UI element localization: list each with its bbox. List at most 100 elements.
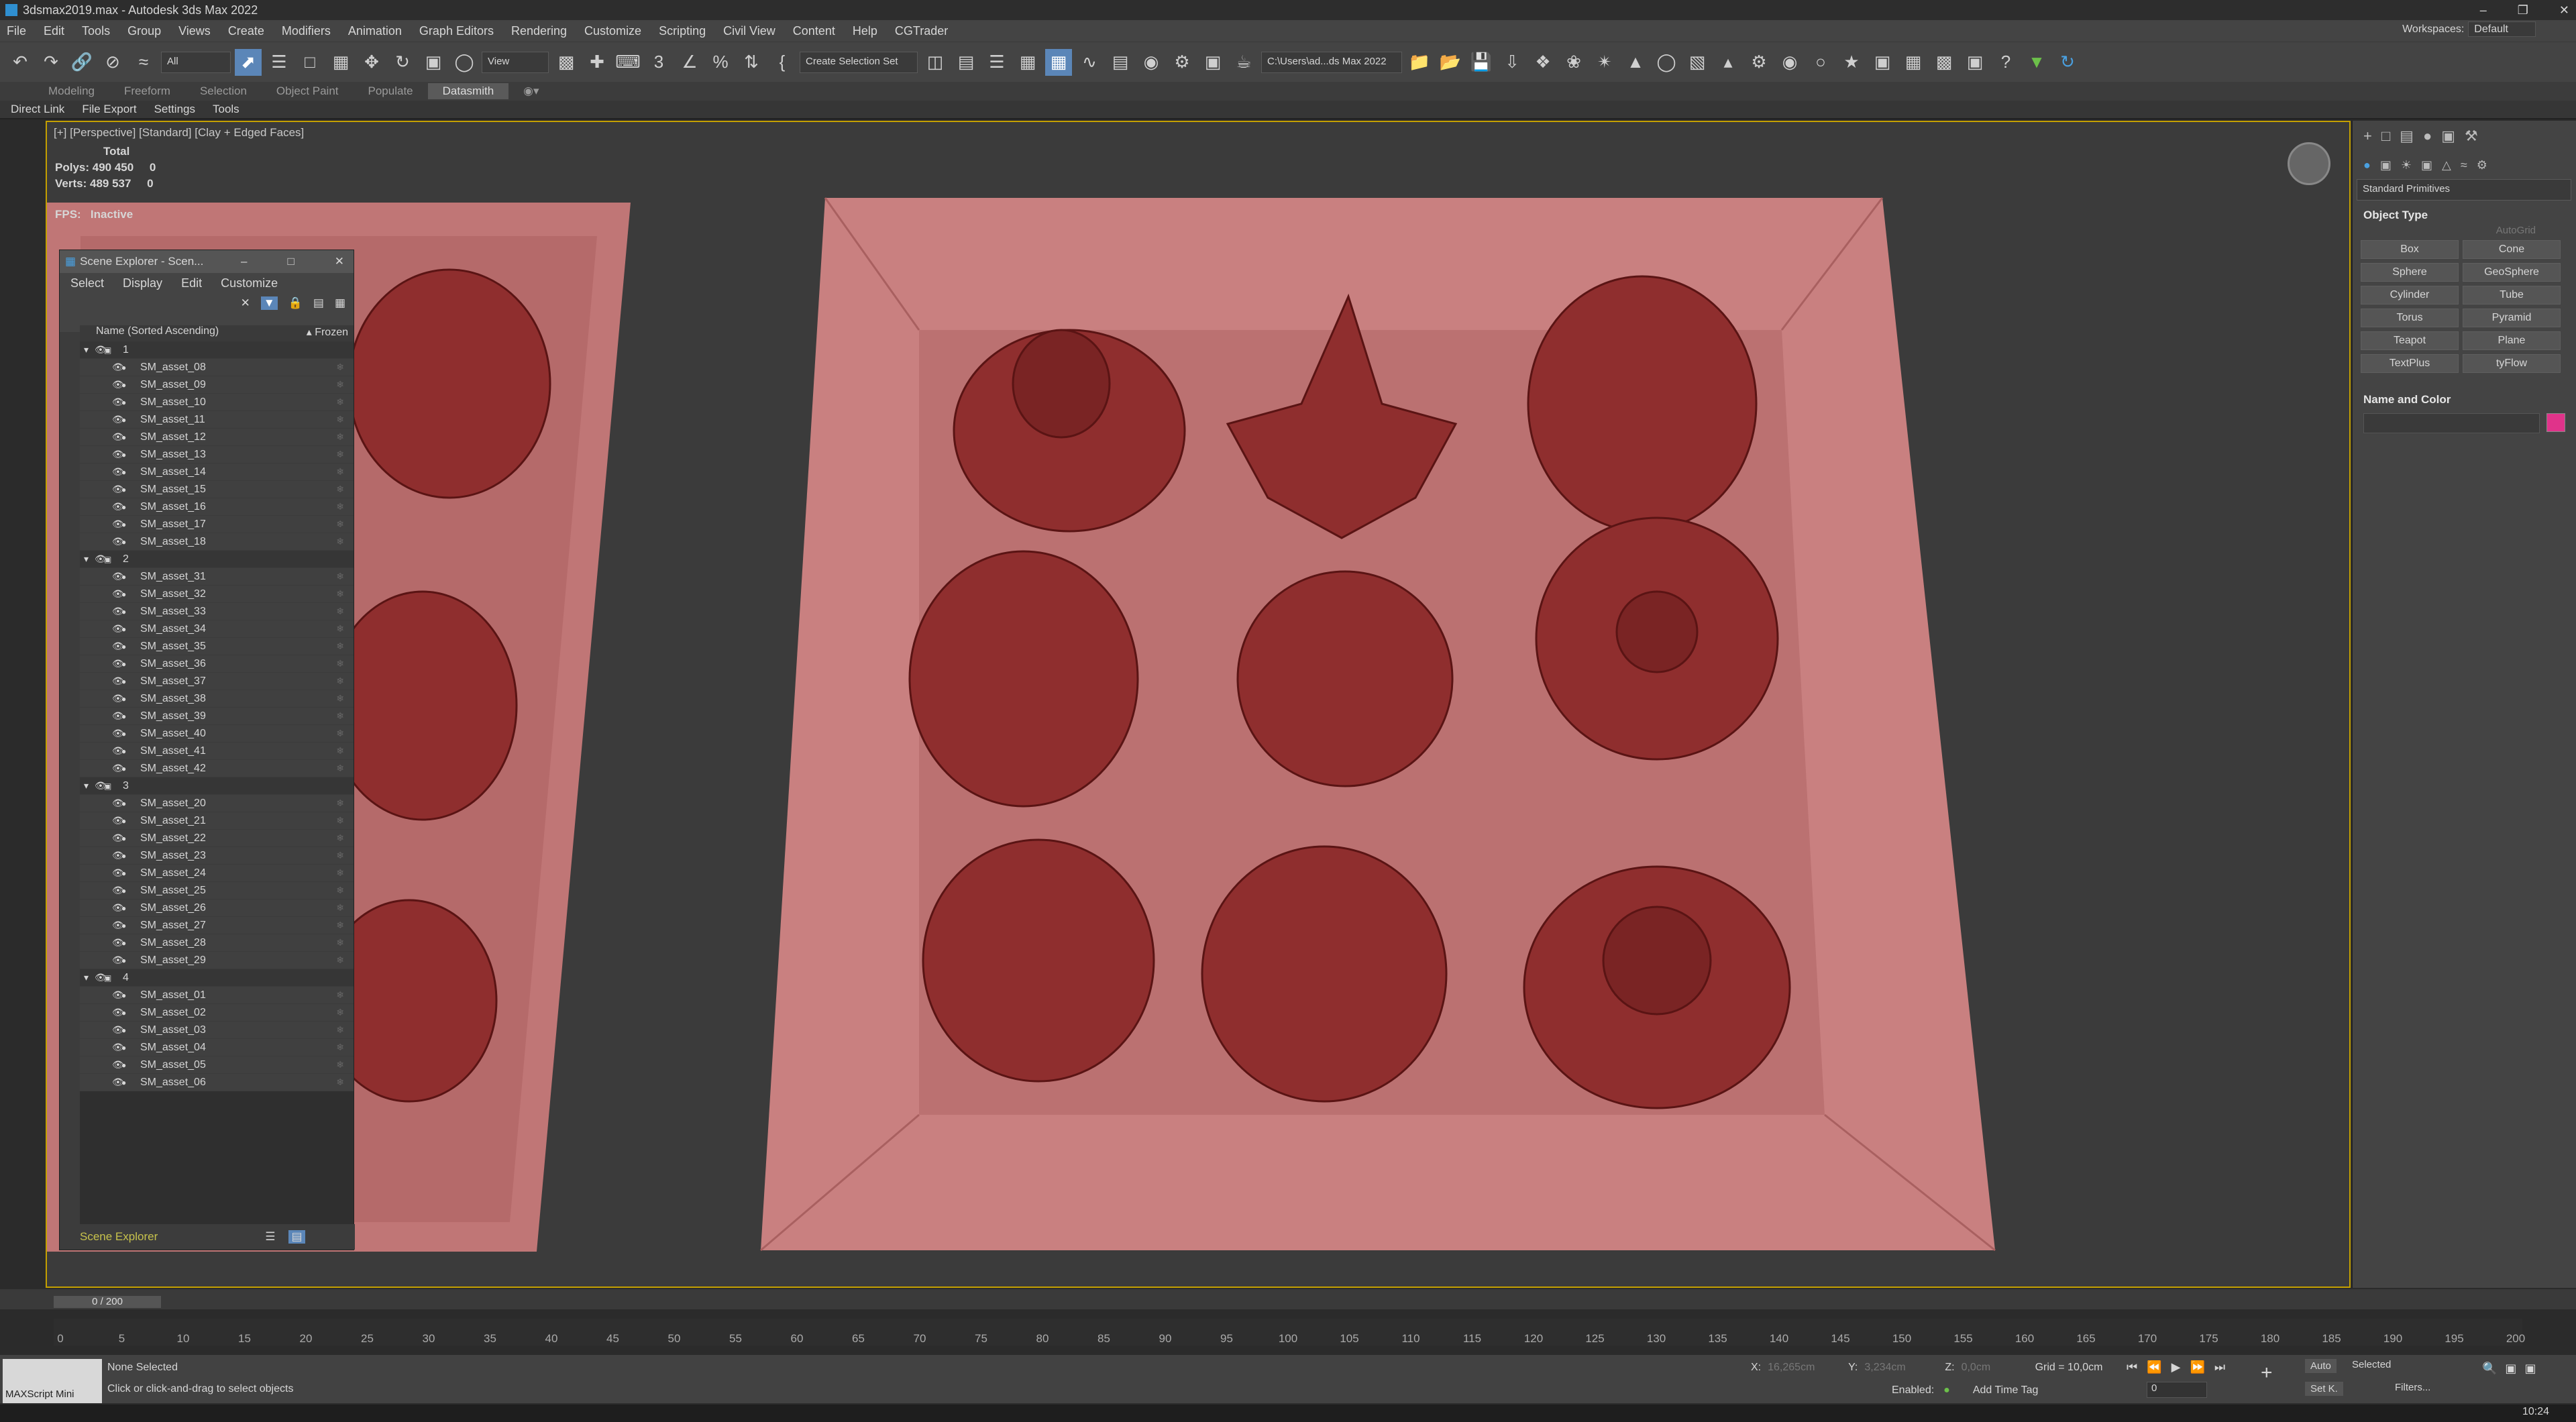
- freeze-icon[interactable]: ❄: [336, 641, 344, 652]
- visibility-eye-icon[interactable]: 👁: [112, 484, 124, 495]
- visibility-eye-icon[interactable]: 👁: [112, 1007, 124, 1018]
- menu-animation[interactable]: Animation: [348, 24, 402, 38]
- freeze-icon[interactable]: ❄: [336, 1077, 344, 1088]
- redo-icon[interactable]: ↷: [38, 49, 64, 76]
- restore-icon[interactable]: ❐: [2518, 3, 2528, 17]
- freeze-icon[interactable]: ❄: [336, 501, 344, 512]
- viewport-label[interactable]: [+] [Perspective] [Standard] [Clay + Edg…: [54, 126, 304, 140]
- menu-group[interactable]: Group: [127, 24, 161, 38]
- freeze-icon[interactable]: ❄: [336, 414, 344, 425]
- viewcube-icon[interactable]: [2288, 142, 2330, 185]
- visibility-eye-icon[interactable]: 👁: [112, 850, 124, 861]
- scene-explorer-dropdown[interactable]: Scene Explorer: [80, 1230, 158, 1244]
- script-icon-9[interactable]: ◉: [1776, 49, 1803, 76]
- help-icon[interactable]: ?: [1992, 49, 2019, 76]
- script-icon-2[interactable]: ❀: [1560, 49, 1587, 76]
- visibility-eye-icon[interactable]: 👁: [95, 780, 107, 791]
- script-icon-11[interactable]: ★: [1838, 49, 1865, 76]
- key-filter-dropdown[interactable]: Selected: [2352, 1359, 2459, 1370]
- freeze-icon[interactable]: ❄: [336, 623, 344, 635]
- object-row[interactable]: 👁 ● SM_asset_12 ❄: [80, 429, 354, 446]
- freeze-icon[interactable]: ❄: [336, 379, 344, 390]
- visibility-eye-icon[interactable]: 👁: [112, 1024, 124, 1036]
- object-row[interactable]: 👁 ● SM_asset_03 ❄: [80, 1022, 354, 1039]
- motion-tab-icon[interactable]: ●: [2423, 127, 2432, 145]
- current-frame-field[interactable]: 0: [2147, 1382, 2207, 1398]
- workspace-selector[interactable]: Workspaces: Default: [2402, 21, 2536, 37]
- object-row[interactable]: 👁 ● SM_asset_04 ❄: [80, 1039, 354, 1056]
- object-row[interactable]: 👁 ● SM_asset_31 ❄: [80, 568, 354, 586]
- maxscript-listener[interactable]: MAXScript Mini: [3, 1359, 102, 1403]
- shapes-icon[interactable]: ▣: [2380, 158, 2392, 172]
- sphere-button[interactable]: Sphere: [2361, 263, 2459, 282]
- geosphere-button[interactable]: GeoSphere: [2463, 263, 2561, 282]
- geometry-icon[interactable]: ●: [2363, 158, 2371, 172]
- rect-selection-icon[interactable]: □: [297, 49, 323, 76]
- visibility-eye-icon[interactable]: 👁: [112, 815, 124, 826]
- script-icon-8[interactable]: ⚙: [1746, 49, 1772, 76]
- se-menu-select[interactable]: Select: [70, 276, 104, 290]
- primitive-category-dropdown[interactable]: Standard Primitives: [2357, 179, 2571, 201]
- object-row[interactable]: 👁 ● SM_asset_28 ❄: [80, 934, 354, 952]
- visibility-eye-icon[interactable]: 👁: [112, 518, 124, 530]
- visibility-eye-icon[interactable]: 👁: [112, 396, 124, 408]
- se-menu-customize[interactable]: Customize: [221, 276, 278, 290]
- cameras-icon[interactable]: ▣: [2421, 158, 2432, 172]
- menu-customize[interactable]: Customize: [584, 24, 641, 38]
- script-icon-15[interactable]: ▣: [1962, 49, 1988, 76]
- menu-create[interactable]: Create: [228, 24, 264, 38]
- script-icon-10[interactable]: ○: [1807, 49, 1834, 76]
- visibility-eye-icon[interactable]: 👁: [112, 989, 124, 1001]
- freeze-icon[interactable]: ❄: [336, 431, 344, 443]
- freeze-icon[interactable]: ❄: [336, 693, 344, 704]
- adaptive-degradation-icon[interactable]: ●: [1943, 1384, 1950, 1397]
- freeze-icon[interactable]: ❄: [336, 815, 344, 826]
- prev-frame-icon[interactable]: ⏪: [2147, 1360, 2161, 1374]
- freeze-icon[interactable]: ❄: [336, 396, 344, 408]
- object-row[interactable]: 👁 ● SM_asset_41 ❄: [80, 743, 354, 760]
- sync-icon[interactable]: ▦: [335, 296, 345, 310]
- visibility-eye-icon[interactable]: 👁: [112, 675, 124, 687]
- freeze-icon[interactable]: ❄: [336, 1024, 344, 1036]
- ribbon-toggle-icon[interactable]: ▦: [1045, 48, 1072, 76]
- object-row[interactable]: 👁 ● SM_asset_40 ❄: [80, 725, 354, 743]
- visibility-eye-icon[interactable]: 👁: [112, 937, 124, 948]
- menu-edit[interactable]: Edit: [44, 24, 64, 38]
- place-icon[interactable]: ◯: [451, 49, 478, 76]
- unlink-icon[interactable]: ⊘: [99, 49, 126, 76]
- scene-explorer-filter-strip[interactable]: [60, 332, 80, 1224]
- link-icon[interactable]: 🔗: [68, 49, 95, 76]
- open-icon[interactable]: 📂: [1437, 49, 1464, 76]
- object-row[interactable]: 👁 ● SM_asset_36 ❄: [80, 655, 354, 673]
- freeze-icon[interactable]: ❄: [336, 362, 344, 373]
- key-filters-button[interactable]: Filters...: [2395, 1382, 2430, 1393]
- key-icon[interactable]: +: [2261, 1362, 2273, 1384]
- create-tab-icon[interactable]: +: [2363, 127, 2372, 145]
- reference-coord-dropdown[interactable]: View: [482, 51, 549, 73]
- object-row[interactable]: 👁 ● SM_asset_42 ❄: [80, 760, 354, 777]
- zoom-icon[interactable]: 🔍: [2482, 1362, 2497, 1376]
- select-by-name-icon[interactable]: ☰: [266, 49, 292, 76]
- visibility-eye-icon[interactable]: 👁: [95, 553, 107, 565]
- restore-icon[interactable]: □: [287, 255, 294, 268]
- selection-filter-dropdown[interactable]: All: [161, 51, 231, 73]
- rendered-frame-icon[interactable]: ▣: [1199, 49, 1226, 76]
- menu-civil-view[interactable]: Civil View: [723, 24, 775, 38]
- direct-link-button[interactable]: Direct Link: [11, 103, 64, 116]
- visibility-eye-icon[interactable]: 👁: [112, 571, 124, 582]
- object-row[interactable]: 👁 ● SM_asset_33 ❄: [80, 603, 354, 620]
- tab-modeling[interactable]: Modeling: [34, 83, 109, 99]
- visibility-eye-icon[interactable]: 👁: [95, 972, 107, 983]
- tube-button[interactable]: Tube: [2463, 286, 2561, 305]
- menu-graph-editors[interactable]: Graph Editors: [419, 24, 494, 38]
- visibility-eye-icon[interactable]: 👁: [112, 1042, 124, 1053]
- curve-editor-icon[interactable]: ∿: [1076, 49, 1103, 76]
- toggle-scene-explorer-icon[interactable]: ▦: [1014, 49, 1041, 76]
- freeze-icon[interactable]: ❄: [336, 466, 344, 478]
- autogrid-checkbox[interactable]: AutoGrid: [2353, 225, 2576, 236]
- y-field[interactable]: 3,234cm: [1864, 1362, 1938, 1374]
- freeze-icon[interactable]: ❄: [336, 588, 344, 600]
- visibility-eye-icon[interactable]: 👁: [112, 885, 124, 896]
- tab-freeform[interactable]: Freeform: [109, 83, 185, 99]
- freeze-icon[interactable]: ❄: [336, 484, 344, 495]
